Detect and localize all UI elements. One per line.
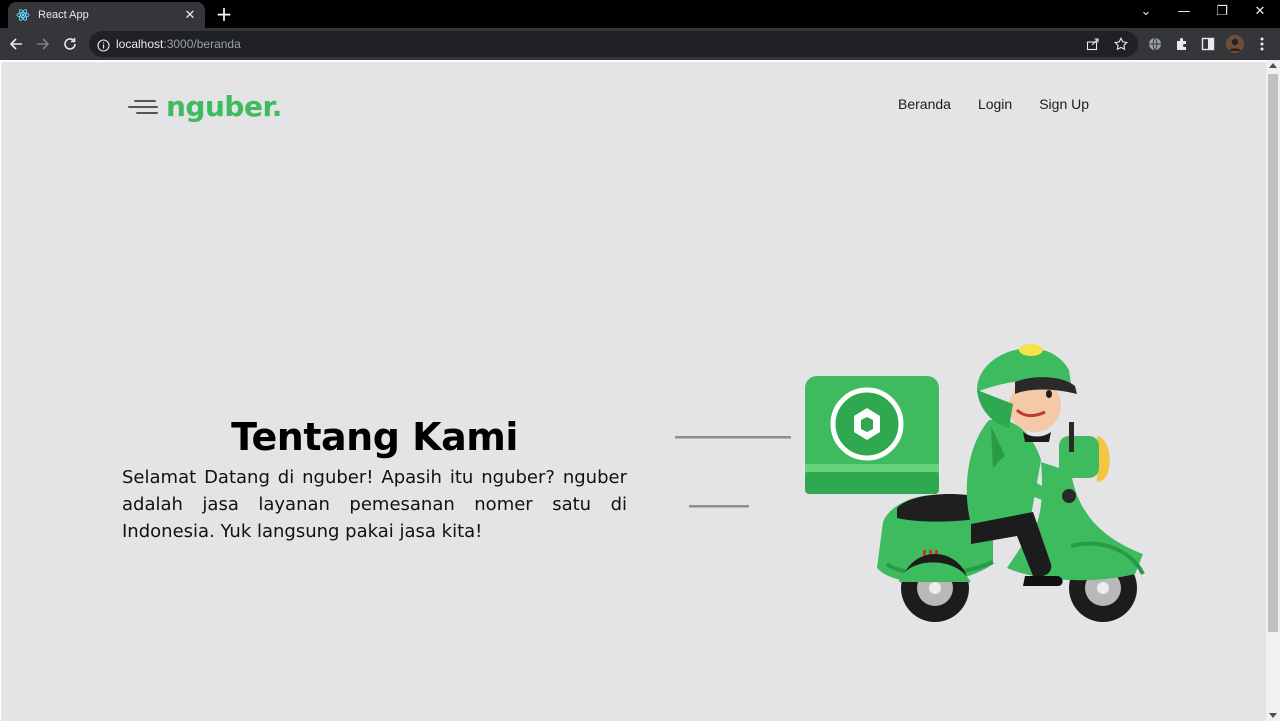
about-body: Selamat Datang di nguber! Apasih itu ngu… <box>122 467 627 542</box>
reload-icon[interactable] <box>60 34 80 54</box>
nav-link-login[interactable]: Login <box>978 96 1012 112</box>
url-host: localhost <box>116 37 164 51</box>
logo-text: nguber. <box>166 90 282 123</box>
brand-logo[interactable]: nguber. <box>128 90 282 123</box>
globe-extension-icon[interactable] <box>1147 36 1163 52</box>
main-nav: Beranda Login Sign Up <box>898 96 1089 112</box>
url-path: :3000/beranda <box>163 37 241 51</box>
back-icon[interactable] <box>6 34 26 54</box>
react-icon <box>16 8 30 22</box>
tab-search-icon[interactable]: ⌄ <box>1136 4 1156 19</box>
page-viewport: nguber. Beranda Login Sign Up Tentang Ka… <box>0 60 1266 721</box>
address-bar[interactable]: localhost:3000/beranda <box>89 31 1138 57</box>
site-info-icon[interactable] <box>97 37 110 52</box>
url-text: localhost:3000/beranda <box>116 37 241 51</box>
extensions-puzzle-icon[interactable] <box>1174 36 1190 52</box>
minimize-icon[interactable]: — <box>1174 4 1194 19</box>
scrollbar-thumb[interactable] <box>1268 74 1278 632</box>
close-tab-icon[interactable]: ✕ <box>183 8 197 23</box>
share-icon[interactable] <box>1085 36 1101 52</box>
browser-tab[interactable]: React App ✕ <box>8 2 205 28</box>
side-panel-icon[interactable] <box>1200 36 1216 52</box>
nav-link-beranda[interactable]: Beranda <box>898 96 951 112</box>
about-section: Tentang Kami Selamat Datang di nguber! A… <box>122 414 627 545</box>
bookmark-star-icon[interactable] <box>1113 36 1129 52</box>
about-title: Tentang Kami <box>231 415 518 459</box>
forward-icon[interactable] <box>33 34 53 54</box>
more-menu-icon[interactable] <box>1254 36 1270 52</box>
page-scrollbar[interactable] <box>1266 60 1280 721</box>
scroll-down-icon[interactable] <box>1269 713 1277 718</box>
restore-icon[interactable]: ❐ <box>1212 4 1232 19</box>
delivery-scooter-illustration <box>671 332 1151 622</box>
profile-avatar[interactable] <box>1226 35 1244 53</box>
browser-toolbar: localhost:3000/beranda <box>0 28 1280 60</box>
scroll-up-icon[interactable] <box>1269 63 1277 68</box>
browser-tab-strip: React App ✕ + ⌄ — ❐ ✕ <box>0 0 1280 28</box>
speed-lines-icon <box>128 96 160 118</box>
close-window-icon[interactable]: ✕ <box>1250 4 1270 19</box>
tab-title: React App <box>38 9 89 21</box>
new-tab-button[interactable]: + <box>214 4 234 24</box>
nav-link-sign-up[interactable]: Sign Up <box>1039 96 1089 112</box>
